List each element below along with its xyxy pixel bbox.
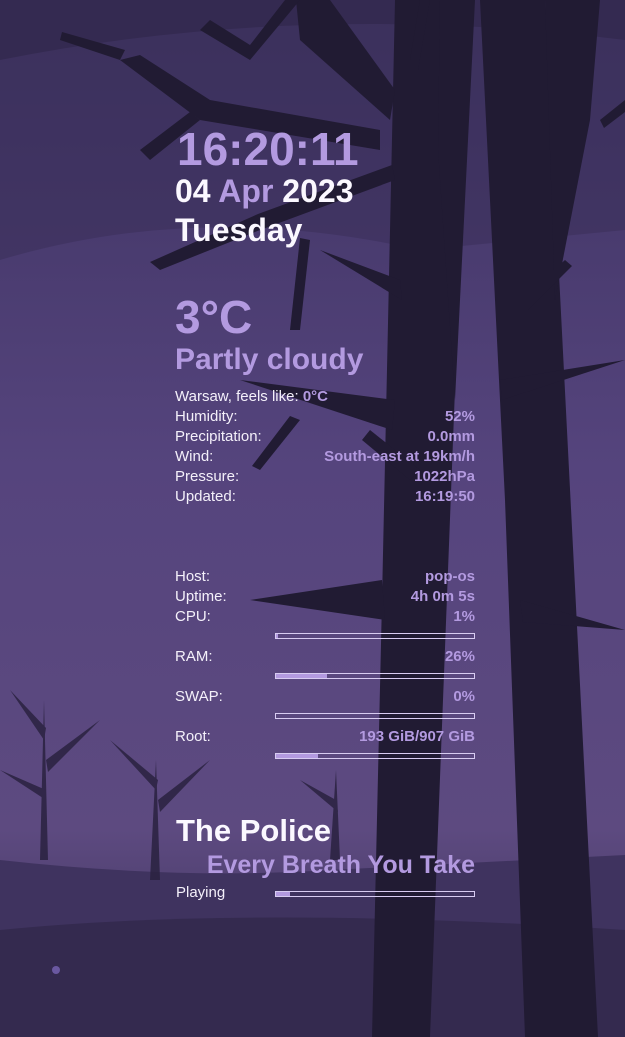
weekday: Tuesday bbox=[175, 212, 303, 248]
swap-row: SWAP: 0% bbox=[175, 687, 475, 707]
weather-updated-row: Updated: 16:19:50 bbox=[175, 487, 475, 507]
updated-value: 16:19:50 bbox=[414, 488, 475, 505]
humidity-label: Humidity: bbox=[175, 408, 238, 425]
weather-location-row: Warsaw, feels like: 0°C bbox=[175, 387, 475, 407]
weather-precipitation-row: Precipitation: 0.0mm bbox=[175, 427, 475, 447]
ram-usage-fill bbox=[276, 674, 328, 678]
swap-usage-bar bbox=[275, 713, 475, 719]
cpu-label: CPU: bbox=[175, 608, 211, 625]
root-label: Root: bbox=[175, 728, 211, 745]
weather-wind-row: Wind: South-east at 19km/h bbox=[175, 447, 475, 467]
pressure-label: Pressure: bbox=[175, 468, 240, 485]
uptime-row: Uptime: 4h 0m 5s bbox=[175, 587, 475, 607]
precipitation-label: Precipitation: bbox=[175, 428, 262, 445]
swap-value: 0% bbox=[453, 688, 475, 705]
uptime-value: 4h 0m 5s bbox=[410, 588, 475, 605]
root-usage-bar bbox=[275, 753, 475, 759]
weather-feels-like: 0°C bbox=[302, 388, 329, 405]
updated-label: Updated: bbox=[175, 488, 236, 505]
music-progress-bar bbox=[275, 891, 475, 897]
host-value: pop-os bbox=[425, 568, 475, 585]
clock-time: 16:20:11 bbox=[177, 123, 359, 175]
host-row: Host: pop-os bbox=[175, 567, 475, 587]
desktop-dot bbox=[52, 966, 60, 974]
ram-row: RAM: 26% bbox=[175, 647, 475, 667]
cpu-usage-fill bbox=[276, 634, 278, 638]
date-year: 2023 bbox=[282, 173, 354, 209]
weather-humidity-row: Humidity: 52% bbox=[175, 407, 475, 427]
cpu-row: CPU: 1% bbox=[175, 607, 475, 627]
swap-label: SWAP: bbox=[175, 688, 223, 705]
ram-usage-bar bbox=[275, 673, 475, 679]
weather-pressure-row: Pressure: 1022hPa bbox=[175, 467, 475, 487]
music-status: Playing bbox=[176, 884, 226, 901]
host-label: Host: bbox=[175, 568, 211, 585]
weather-location-label: Warsaw, feels like: bbox=[175, 388, 299, 405]
date-month: Apr bbox=[218, 173, 274, 209]
pressure-value: 1022hPa bbox=[414, 468, 475, 485]
weather-condition: Partly cloudy bbox=[175, 343, 364, 376]
weather-location-line: Warsaw, feels like: 0°C bbox=[175, 387, 328, 407]
humidity-value: 52% bbox=[444, 408, 475, 425]
uptime-label: Uptime: bbox=[175, 588, 227, 605]
date-line: 04 Apr 2023 bbox=[175, 173, 353, 210]
wind-value: South-east at 19km/h bbox=[324, 448, 475, 465]
root-row: Root: 193 GiB/907 GiB bbox=[175, 727, 475, 747]
precipitation-value: 0.0mm bbox=[427, 428, 475, 445]
ram-label: RAM: bbox=[175, 648, 213, 665]
cpu-usage-bar bbox=[275, 633, 475, 639]
root-usage-fill bbox=[276, 754, 318, 758]
date-day: 04 bbox=[175, 173, 211, 209]
music-artist: The Police bbox=[176, 813, 332, 848]
music-track: Every Breath You Take bbox=[206, 851, 475, 879]
root-value: 193 GiB/907 GiB bbox=[359, 728, 475, 745]
ram-value: 26% bbox=[444, 648, 475, 665]
music-progress-fill bbox=[276, 892, 290, 896]
weather-temperature: 3°C bbox=[175, 291, 253, 343]
wind-label: Wind: bbox=[175, 448, 214, 465]
cpu-value: 1% bbox=[453, 608, 475, 625]
